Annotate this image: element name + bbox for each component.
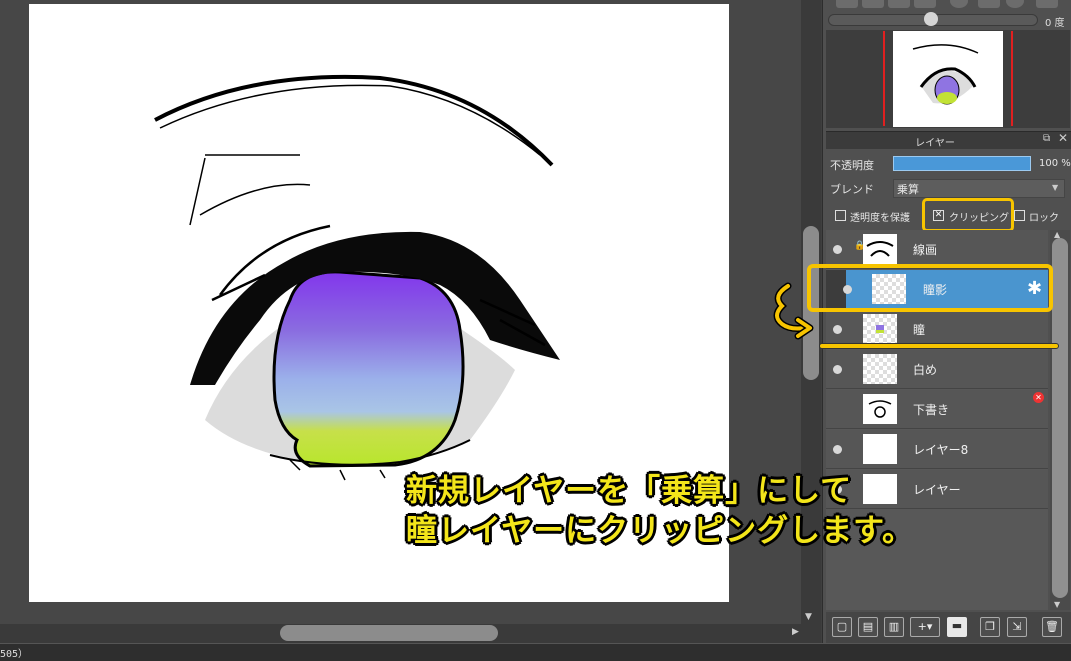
layer-name: 線画 bbox=[913, 243, 938, 257]
opacity-slider[interactable] bbox=[893, 156, 1031, 171]
layer-name: 瞳 bbox=[913, 323, 926, 337]
layer-row-layer[interactable]: レイヤー bbox=[826, 470, 1048, 509]
popout-icon[interactable]: ⧉ bbox=[1043, 133, 1050, 144]
visibility-icon[interactable] bbox=[833, 325, 842, 334]
layer-row-sketch[interactable]: 下書き ✕ bbox=[826, 390, 1048, 429]
nav-fit-button[interactable] bbox=[888, 0, 910, 8]
duplicate-layer-icon[interactable]: ❐ bbox=[980, 617, 1000, 637]
nav-flip-button[interactable] bbox=[978, 0, 1000, 8]
lock-checkbox[interactable] bbox=[1014, 210, 1025, 221]
visibility-icon[interactable] bbox=[833, 445, 842, 454]
nav-actual-size-button[interactable] bbox=[914, 0, 936, 8]
nav-zoom-button[interactable] bbox=[836, 0, 858, 8]
layer-row-layer8[interactable]: レイヤー8 bbox=[826, 430, 1048, 469]
layer-thumbnail bbox=[863, 474, 897, 504]
rotation-slider-thumb[interactable] bbox=[924, 12, 938, 26]
protect-alpha-label: 透明度を保護 bbox=[850, 213, 910, 224]
layer-name: レイヤー bbox=[913, 483, 961, 497]
blend-mode-value: 乗算 bbox=[897, 183, 919, 196]
layer-thumbnail bbox=[863, 394, 897, 424]
layer-name: レイヤー8 bbox=[913, 443, 969, 457]
layer-name: 下書き bbox=[913, 403, 950, 417]
clipping-highlight-box bbox=[922, 198, 1014, 232]
visibility-icon[interactable] bbox=[833, 365, 842, 374]
opacity-label: 不透明度 bbox=[830, 159, 874, 172]
layer-panel-title: レイヤー bbox=[915, 138, 955, 149]
close-icon[interactable]: ✕ bbox=[1058, 131, 1068, 145]
canvas-horizontal-scroll-thumb[interactable] bbox=[280, 625, 498, 641]
layer-thumbnail bbox=[863, 234, 897, 264]
layer-name: 白め bbox=[913, 363, 938, 377]
clip-arrow-icon bbox=[773, 282, 814, 340]
layer-thumbnail bbox=[863, 314, 897, 344]
eyelid-crease bbox=[189, 154, 311, 226]
lock-label: ロック bbox=[1029, 213, 1059, 224]
status-bar bbox=[0, 643, 1071, 661]
iris-layer-underline bbox=[819, 343, 1059, 349]
new-1bit-layer-icon[interactable]: ▥ bbox=[884, 617, 904, 637]
annotation-line-1: 新規レイヤーを「乗算」にして bbox=[406, 473, 853, 509]
scroll-right-icon[interactable]: ▶ bbox=[792, 627, 799, 637]
layer-row-white[interactable]: 白め bbox=[826, 350, 1048, 389]
merge-down-icon[interactable]: ⇲ bbox=[1007, 617, 1027, 637]
blend-label: ブレンド bbox=[830, 183, 874, 196]
layer-list-scroll-thumb[interactable] bbox=[1052, 238, 1068, 598]
eyebrow bbox=[154, 74, 554, 167]
new-layer-icon[interactable]: ▢ bbox=[832, 617, 852, 637]
chevron-down-icon[interactable]: ▼ bbox=[1052, 183, 1058, 192]
nav-zoom-out-button[interactable] bbox=[862, 0, 884, 8]
layer-thumbnail bbox=[863, 434, 897, 464]
trash-icon[interactable]: 🗑 bbox=[1042, 617, 1062, 637]
nav-reset-button[interactable] bbox=[1036, 0, 1058, 8]
preview-frame-left bbox=[883, 31, 885, 126]
app-window: ▼ ▶ 505） 0 度 レイヤー ⧉ ✕ 不透明度 100 % ブレンド 乗算… bbox=[0, 0, 1071, 661]
preview-thumbnail bbox=[893, 31, 1003, 127]
hidden-warning-icon: ✕ bbox=[1033, 392, 1044, 403]
preview-frame-right bbox=[1011, 31, 1013, 126]
folder-icon[interactable]: ▬ bbox=[947, 617, 967, 637]
visibility-icon[interactable] bbox=[833, 245, 842, 254]
selected-layer-highlight bbox=[807, 264, 1053, 312]
layer-thumbnail bbox=[863, 354, 897, 384]
scroll-down-icon[interactable]: ▼ bbox=[1054, 600, 1060, 609]
iris bbox=[272, 270, 465, 468]
annotation-line-2: 瞳レイヤーにクリッピングします。 bbox=[406, 513, 914, 549]
opacity-value: 100 % bbox=[1039, 158, 1071, 169]
protect-alpha-checkbox[interactable] bbox=[835, 210, 846, 221]
rotation-value: 0 度 bbox=[1045, 18, 1065, 29]
scroll-down-icon[interactable]: ▼ bbox=[805, 612, 812, 622]
status-text: 505） bbox=[0, 649, 29, 660]
add-layer-menu-icon[interactable]: +▾ bbox=[910, 617, 940, 637]
new-halftone-layer-icon[interactable]: ▤ bbox=[858, 617, 878, 637]
scroll-up-icon[interactable]: ▲ bbox=[1054, 230, 1060, 239]
